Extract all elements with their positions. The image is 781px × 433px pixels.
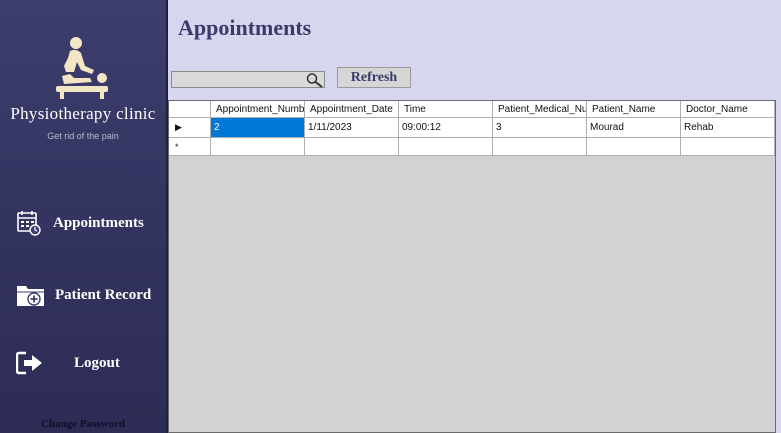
table-cell[interactable] — [493, 138, 587, 156]
refresh-button[interactable]: Refresh — [337, 67, 411, 88]
search-input[interactable] — [174, 73, 302, 86]
page-title: Appointments — [178, 15, 312, 40]
table-cell[interactable] — [681, 138, 775, 156]
search-icon[interactable] — [304, 72, 324, 88]
nav-patient-record[interactable]: Patient Record — [16, 280, 151, 310]
column-header[interactable]: Time — [399, 101, 493, 118]
calendar-icon — [17, 211, 41, 236]
table-cell[interactable]: Mourad — [587, 118, 681, 138]
nav-appointments[interactable]: Appointments — [16, 208, 144, 238]
table-row[interactable]: ▶ 2 1/11/2023 09:00:12 3 Mourad Rehab — [169, 118, 775, 138]
table-cell[interactable] — [587, 138, 681, 156]
grid-header-row: Appointment_Number Appointment_Date Time… — [169, 101, 775, 118]
table-cell[interactable] — [211, 138, 305, 156]
column-header[interactable]: Patient_Name — [587, 101, 681, 118]
clinic-name: Physiotherapy clinic — [10, 104, 156, 123]
change-password-link[interactable]: Change Password — [0, 418, 166, 430]
logout-arrow-icon — [16, 351, 42, 375]
table-cell[interactable]: Rehab — [681, 118, 775, 138]
search-box — [171, 71, 325, 88]
table-cell[interactable]: 09:00:12 — [399, 118, 493, 138]
row-header-corner — [169, 101, 211, 118]
column-header[interactable]: Appointment_Number — [211, 101, 305, 118]
column-header[interactable]: Appointment_Date — [305, 101, 399, 118]
table-cell[interactable] — [305, 138, 399, 156]
nav-appointments-label: Appointments — [53, 214, 144, 231]
appointments-grid[interactable]: Appointment_Number Appointment_Date Time… — [168, 100, 776, 433]
row-indicator[interactable]: * — [169, 138, 211, 156]
table-cell[interactable]: 2 — [211, 118, 305, 138]
nav-logout-label: Logout — [74, 354, 120, 371]
row-indicator[interactable]: ▶ — [169, 118, 211, 138]
column-header[interactable]: Doctor_Name — [681, 101, 775, 118]
nav-logout[interactable]: Logout — [16, 348, 120, 378]
new-row[interactable]: * — [169, 138, 775, 156]
table-cell[interactable] — [399, 138, 493, 156]
table-cell[interactable]: 3 — [493, 118, 587, 138]
nav-patient-record-label: Patient Record — [55, 286, 152, 303]
physiotherapy-massage-icon — [56, 37, 108, 99]
new-row-asterisk-icon: * — [175, 141, 179, 152]
medical-folder-icon — [17, 286, 44, 306]
column-header[interactable]: Patient_Medical_Numb — [493, 101, 587, 118]
clinic-tagline: Get rid of the pain — [47, 131, 119, 141]
table-cell[interactable]: 1/11/2023 — [305, 118, 399, 138]
current-row-arrow-icon: ▶ — [175, 122, 182, 132]
sidebar: Physiotherapy clinic Get rid of the pain… — [0, 0, 168, 433]
